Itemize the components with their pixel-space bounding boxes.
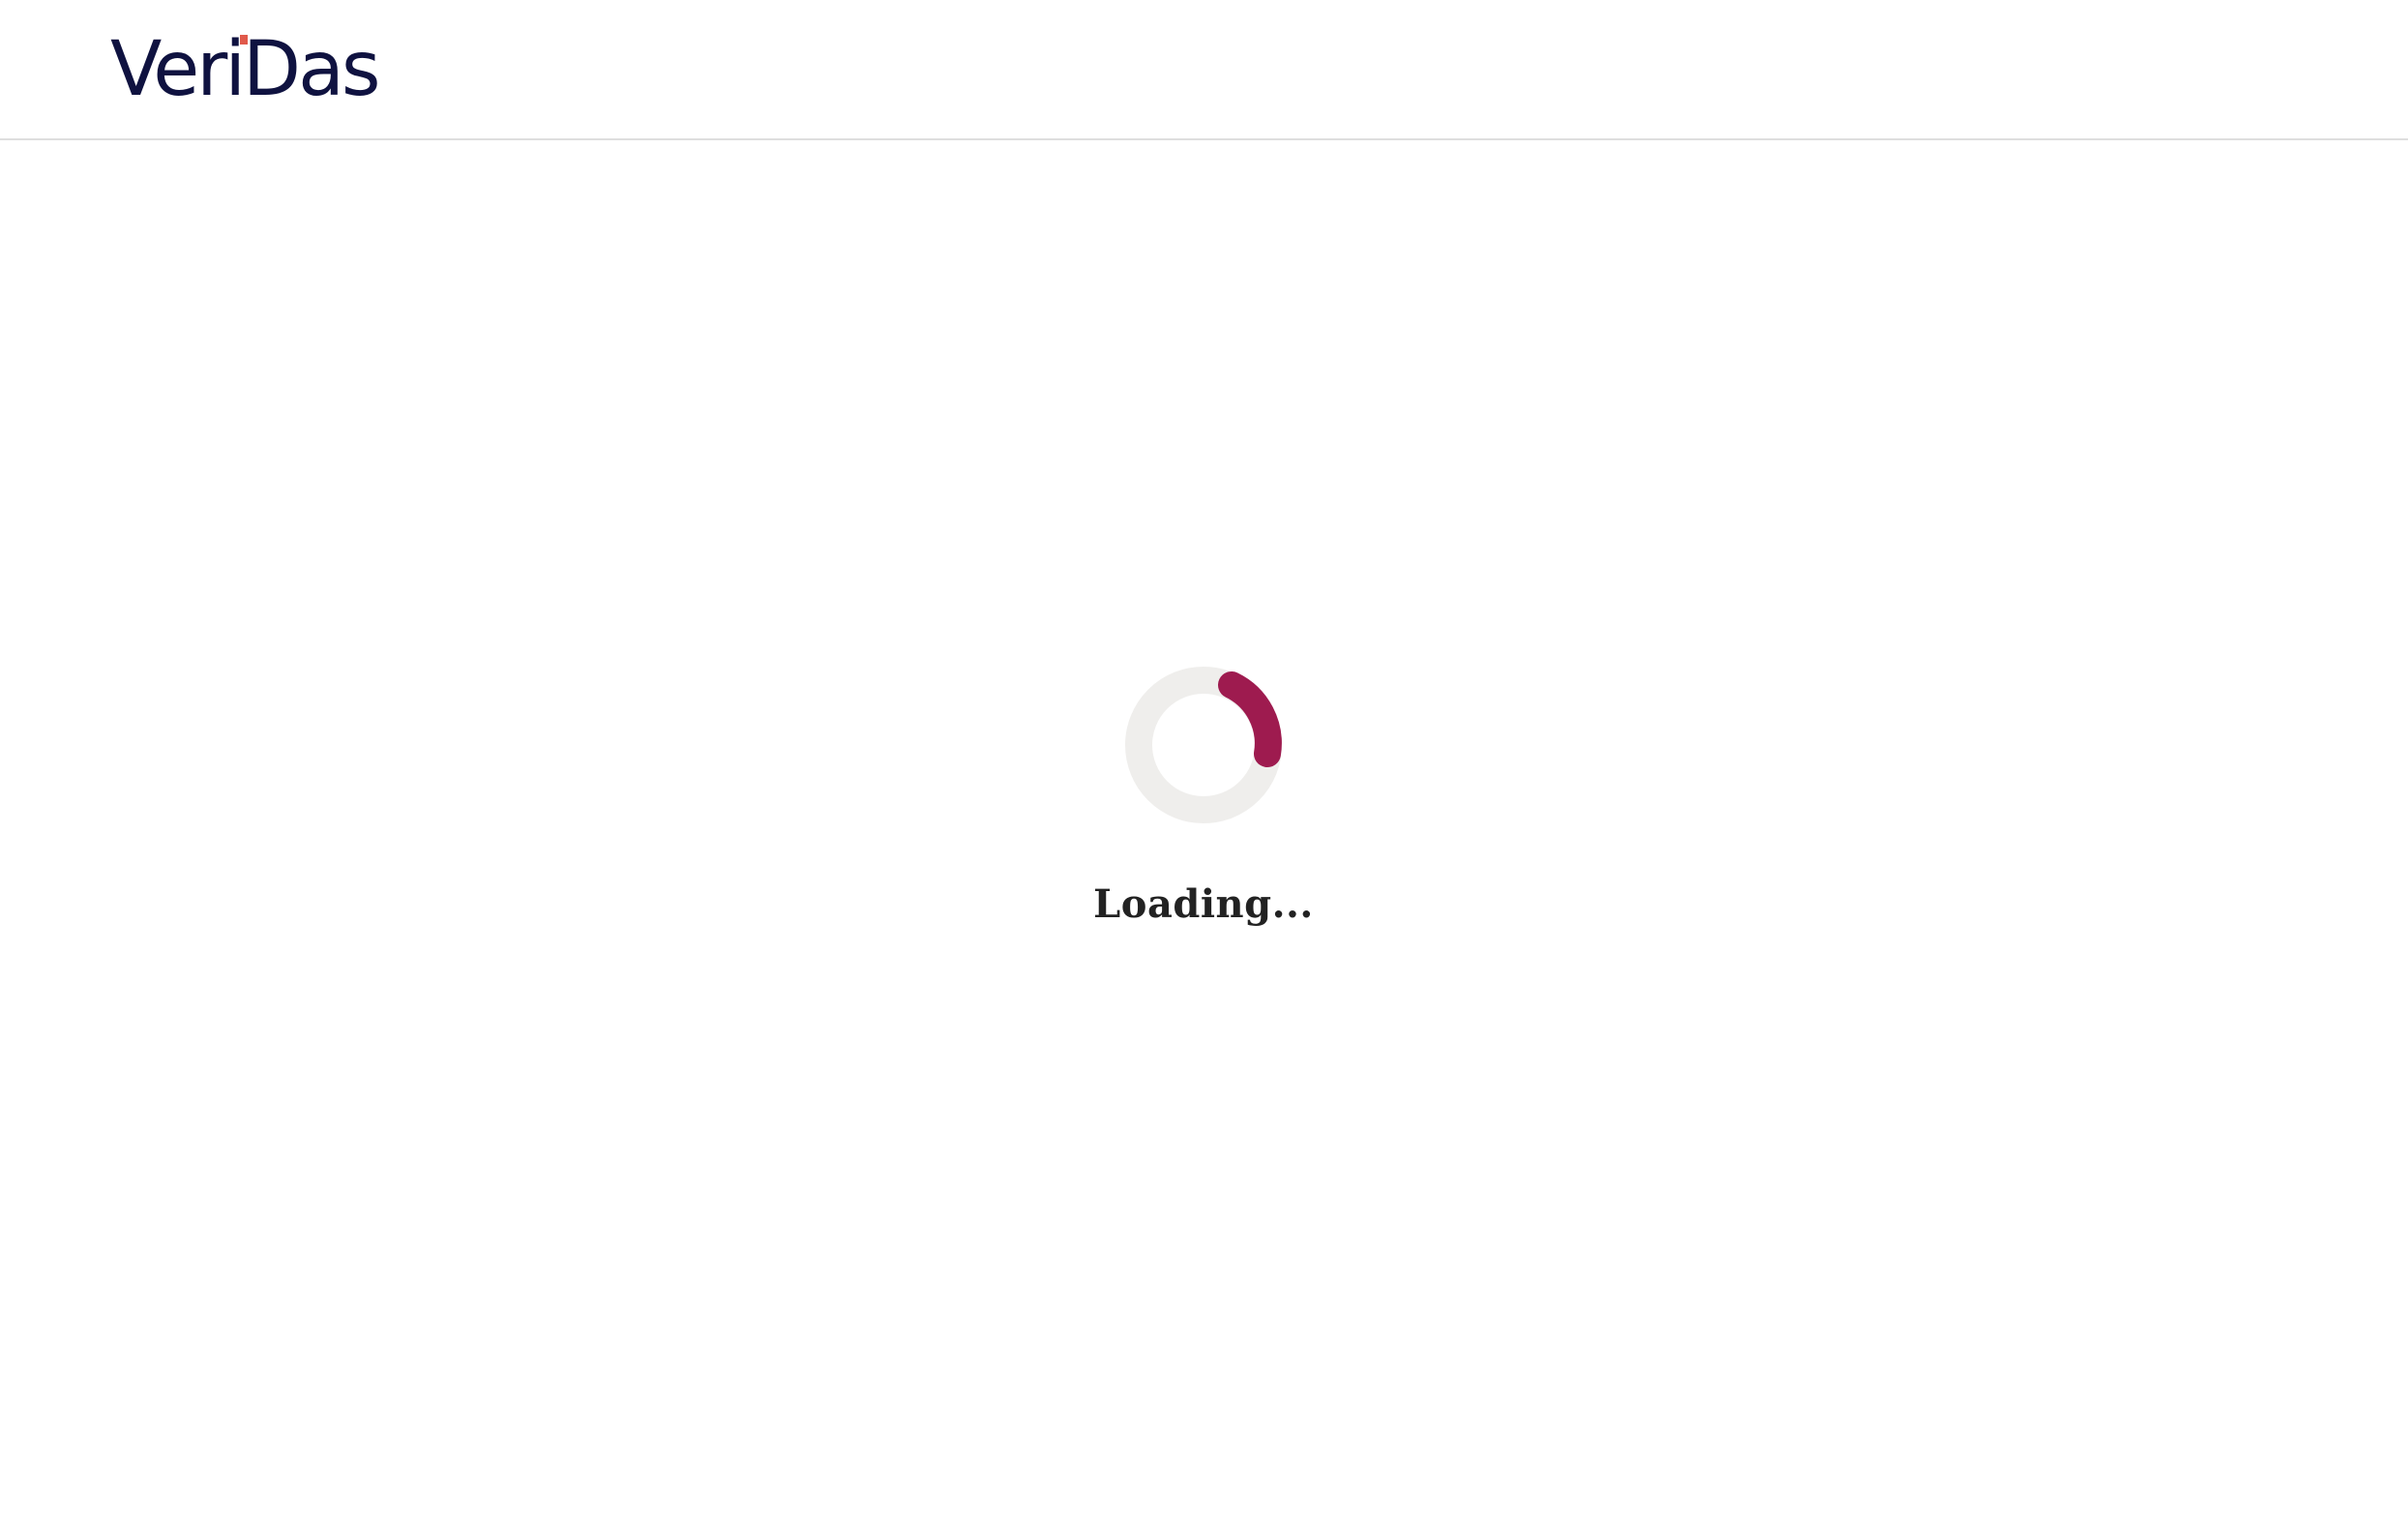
veridas-logo-icon: VeriDas <box>110 29 381 103</box>
main-content: Loading... <box>0 140 2408 1519</box>
top-header: VeriDas <box>0 0 2408 140</box>
loading-spinner <box>1125 667 1282 823</box>
loading-spinner-icon <box>1125 667 1282 823</box>
spinner-arc <box>1218 671 1282 767</box>
logo-accent-mark <box>240 35 248 45</box>
loading-label: Loading... <box>1093 881 1314 927</box>
veridas-logo[interactable]: VeriDas <box>110 29 391 103</box>
